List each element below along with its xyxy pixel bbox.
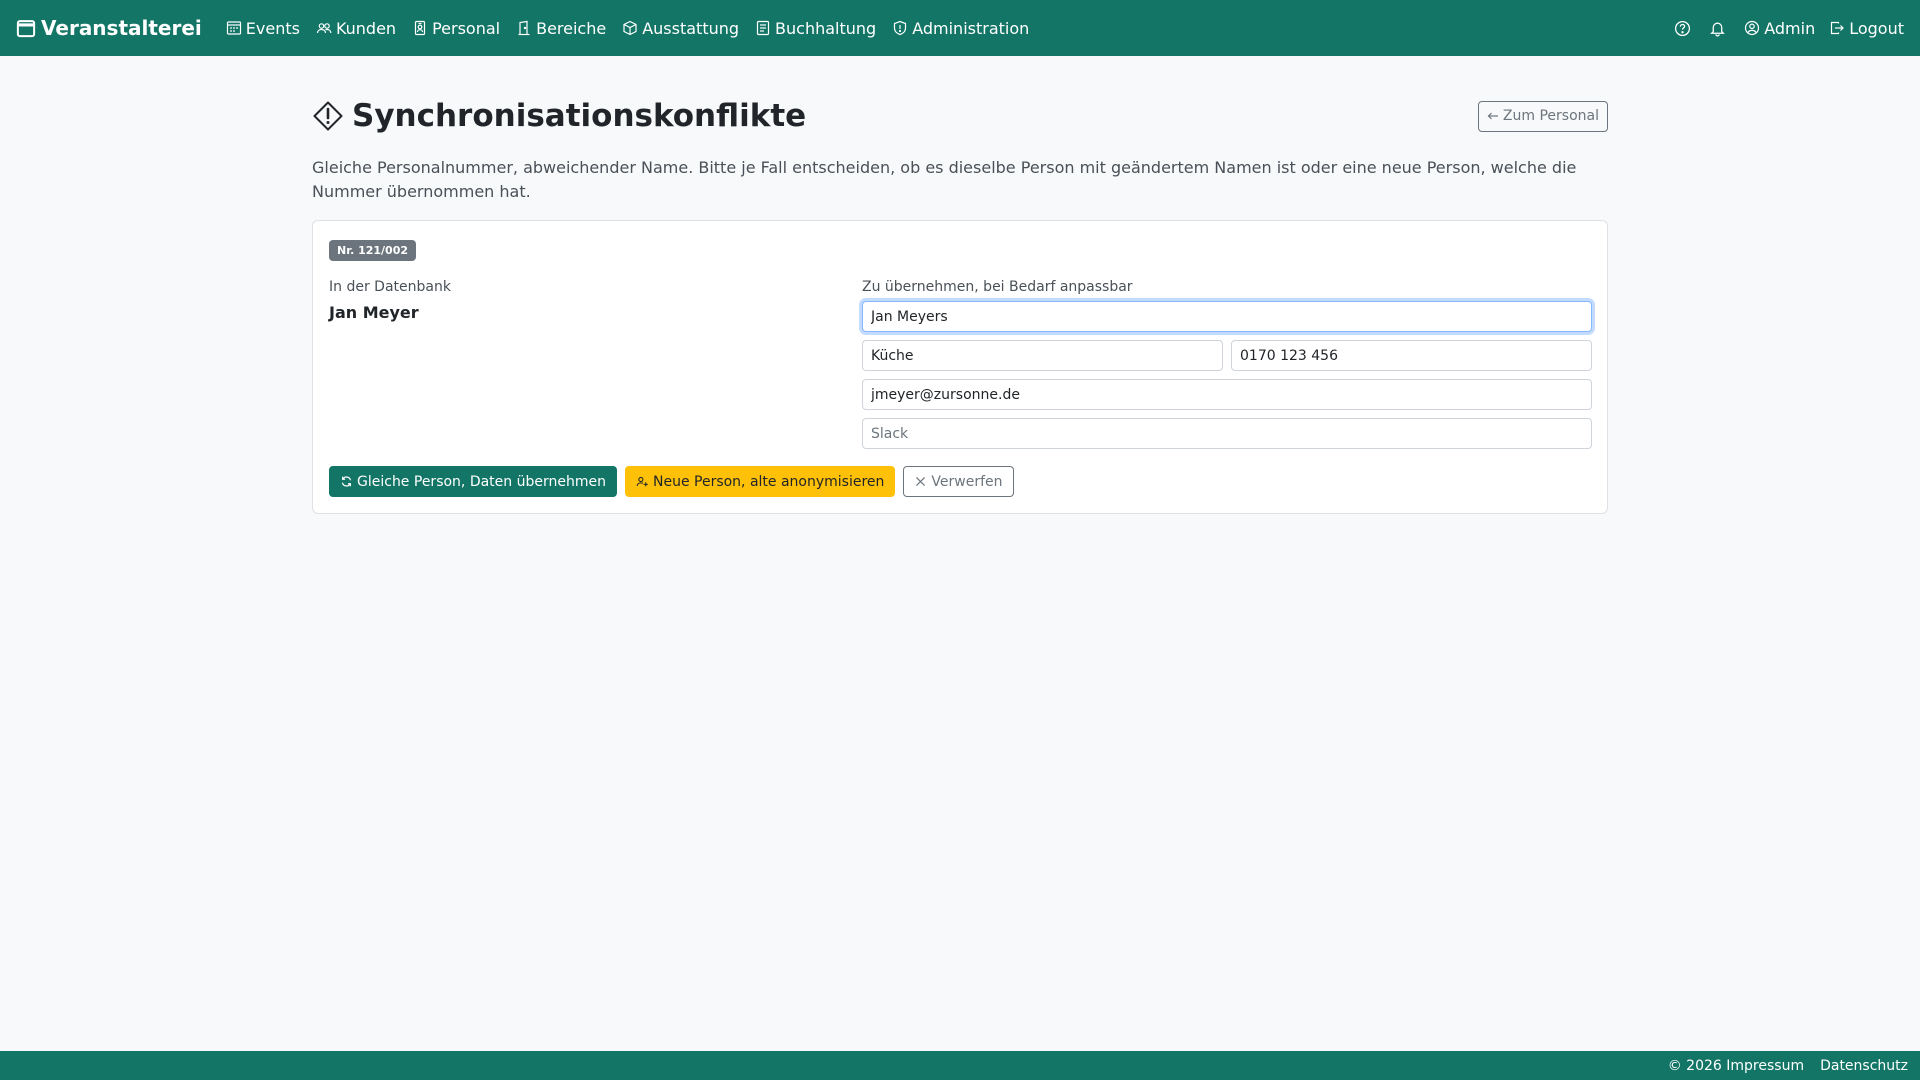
email-input[interactable]: [862, 379, 1592, 410]
nav-label: Buchhaltung: [775, 18, 877, 38]
nav-item-kunden[interactable]: Kunden: [316, 19, 396, 38]
people-icon: [316, 23, 332, 34]
box-icon: [623, 20, 637, 36]
shield-icon: [894, 20, 907, 36]
badge-icon: [414, 20, 426, 36]
logout-icon: [1831, 21, 1845, 35]
logout-label: Logout: [1849, 18, 1904, 38]
help-button[interactable]: [1674, 20, 1695, 37]
brand-logo[interactable]: Veranstalterei: [16, 16, 202, 40]
conflict-actions: Gleiche Person, Daten übernehmen Neue Pe…: [329, 466, 1014, 497]
new-person-button[interactable]: Neue Person, alte anonymisieren: [624, 466, 896, 497]
nav-item-administration[interactable]: Administration: [892, 19, 1029, 38]
page-title: Synchronisationskonflikte: [312, 98, 806, 134]
user-nav: Admin Logout: [1674, 19, 1904, 38]
database-name: Jan Meyer: [329, 303, 419, 322]
datenschutz-link[interactable]: Datenschutz: [1820, 1058, 1908, 1074]
phone-input[interactable]: [1231, 340, 1592, 371]
new-person-label: Neue Person, alte anonymisieren: [652, 473, 885, 490]
new-data-column: Zu übernehmen, bei Bedarf anpassbar: [862, 279, 1592, 449]
nav-label: Events: [245, 18, 300, 38]
user-menu-admin[interactable]: Admin: [1744, 19, 1815, 38]
notifications-button[interactable]: [1709, 20, 1730, 37]
logout-link[interactable]: Logout: [1829, 19, 1904, 38]
nav-label: Kunden: [335, 18, 397, 38]
nav-item-bereiche[interactable]: Bereiche: [516, 19, 606, 38]
page-description: Gleiche Personalnummer, abweichender Nam…: [312, 158, 1577, 201]
database-column: In der Datenbank Jan Meyer: [329, 279, 829, 322]
nav-label: Bereiche: [536, 18, 607, 38]
nav-item-buchhaltung[interactable]: Buchhaltung: [755, 19, 876, 38]
door-icon: [518, 20, 530, 36]
nav-item-ausstattung[interactable]: Ausstattung: [622, 19, 739, 38]
nav-item-personal[interactable]: Personal: [412, 19, 500, 38]
top-navbar: Veranstalterei Events Kunden Personal Be…: [0, 0, 1920, 56]
calendar-grid-icon: [226, 21, 241, 35]
main-nav: Events Kunden Personal Bereiche Ausstatt…: [226, 19, 1029, 38]
discard-label: Verwerfen: [931, 473, 1003, 490]
calendar-icon: [16, 20, 36, 38]
person-circle-icon: [1745, 20, 1760, 36]
question-circle-icon: [1675, 20, 1691, 36]
nav-label: Ausstattung: [642, 18, 740, 38]
nav-label: Personal: [432, 18, 501, 38]
nav-label: Administration: [912, 18, 1030, 38]
conflict-card: Nr. 121/002 In der Datenbank Jan Meyer Z…: [312, 220, 1608, 514]
page-header: Synchronisationskonflikte Zum Personal: [312, 96, 1608, 136]
ledger-icon: [756, 20, 770, 36]
personnel-number-badge: Nr. 121/002: [329, 240, 417, 261]
name-input[interactable]: [862, 301, 1592, 332]
close-icon: [916, 477, 926, 486]
discard-button[interactable]: Verwerfen: [903, 466, 1014, 497]
arrow-left-icon: [1487, 112, 1498, 120]
nav-item-events[interactable]: Events: [226, 19, 300, 38]
person-add-icon: [636, 476, 648, 487]
page-title-text: Synchronisationskonflikte: [352, 98, 807, 134]
bell-icon: [1710, 22, 1726, 36]
slack-input[interactable]: [862, 418, 1592, 449]
brand-name: Veranstalterei: [41, 16, 202, 40]
sync-icon: [341, 476, 352, 487]
back-button-label: Zum Personal: [1502, 108, 1599, 124]
new-data-label: Zu übernehmen, bei Bedarf anpassbar: [862, 279, 1133, 295]
department-input[interactable]: [862, 340, 1223, 371]
impressum-link[interactable]: © 2026 Impressum: [1668, 1058, 1804, 1074]
same-person-button[interactable]: Gleiche Person, Daten übernehmen: [329, 466, 617, 497]
footer: © 2026 Impressum Datenschutz: [0, 1051, 1920, 1080]
database-label: In der Datenbank: [329, 279, 451, 295]
main-content: Synchronisationskonflikte Zum Personal G…: [312, 96, 1608, 514]
warning-diamond-icon: [313, 101, 343, 131]
admin-label: Admin: [1764, 18, 1816, 38]
back-to-personal-button[interactable]: Zum Personal: [1477, 100, 1608, 132]
same-person-label: Gleiche Person, Daten übernehmen: [357, 473, 606, 490]
